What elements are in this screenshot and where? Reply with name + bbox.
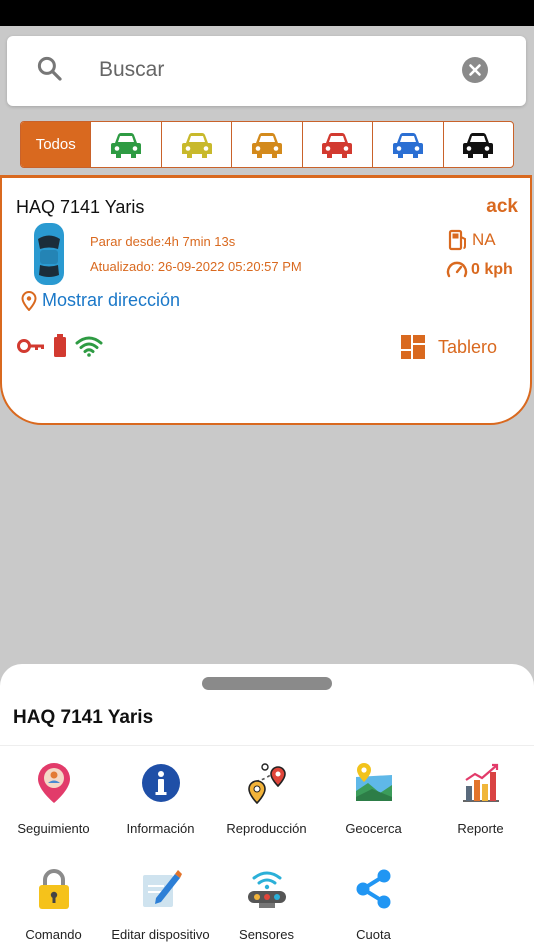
sensors-icon	[247, 871, 286, 908]
vehicle-filter-bar: Todos	[20, 121, 514, 168]
action-geofence[interactable]: Geocerca	[320, 760, 427, 836]
location-pin-icon	[21, 290, 37, 311]
vehicle-actions-sheet: HAQ 7141 Yaris Seguimiento Información R…	[0, 664, 534, 950]
edit-device-icon	[142, 870, 182, 907]
report-chart-icon	[462, 763, 499, 802]
divider	[0, 745, 534, 746]
tracking-pin-icon	[37, 763, 70, 803]
filter-black[interactable]	[442, 122, 513, 167]
blue-car-icon	[392, 132, 423, 158]
action-label: Seguimiento	[17, 821, 90, 836]
last-updated: Atualizado: 26-09-2022 05:20:57 PM	[90, 259, 302, 274]
dashboard-icon	[401, 335, 425, 359]
fuel-icon	[448, 229, 466, 251]
vehicle-card[interactable]: HAQ 7141 Yaris ack Parar desde:4h 7min 1…	[0, 175, 532, 425]
action-label: Comando	[25, 927, 82, 942]
fuel-status: NA	[448, 229, 496, 251]
orange-car-icon	[251, 132, 282, 158]
action-info[interactable]: Información	[107, 760, 214, 836]
dashboard-button[interactable]: Tablero	[400, 334, 497, 360]
action-command[interactable]: Comando	[0, 866, 107, 942]
action-label: Sensores	[239, 927, 294, 942]
share-icon	[356, 869, 390, 909]
car-top-view-icon	[32, 221, 66, 292]
action-replay[interactable]: Reproducción	[213, 760, 320, 836]
filter-green[interactable]	[90, 122, 160, 167]
black-car-icon	[463, 132, 494, 158]
dashboard-label: Tablero	[438, 336, 498, 357]
stopped-since: Parar desde:4h 7min 13s	[90, 234, 236, 249]
action-label: Geocerca	[345, 821, 402, 836]
action-label: Cuota	[356, 927, 391, 942]
action-label: Reproducción	[226, 821, 307, 836]
vehicle-status-icons	[17, 334, 103, 358]
filter-red[interactable]	[301, 122, 372, 167]
action-share[interactable]: Cuota	[320, 866, 427, 942]
info-icon	[141, 764, 180, 802]
sheet-drag-handle[interactable]	[202, 677, 332, 690]
vehicle-name: HAQ 7141 Yaris	[16, 197, 145, 217]
action-label: Editar dispositivo	[111, 927, 210, 942]
red-car-icon	[322, 132, 353, 158]
sheet-title: HAQ 7141 Yaris	[13, 707, 154, 728]
green-car-icon	[111, 132, 142, 158]
action-tracking[interactable]: Seguimiento	[0, 760, 107, 836]
filter-all[interactable]: Todos	[21, 122, 91, 167]
search-input[interactable]: Buscar	[99, 58, 164, 82]
filter-yellow[interactable]	[160, 122, 231, 167]
ignition-key-icon	[17, 339, 44, 353]
yellow-car-icon	[181, 132, 212, 158]
ack-button[interactable]: ack	[486, 196, 518, 218]
signal-wifi-icon	[75, 336, 103, 357]
action-label: Reporte	[457, 821, 504, 836]
fuel-value: NA	[472, 230, 496, 249]
status-bar	[0, 0, 534, 26]
action-report[interactable]: Reporte	[427, 760, 534, 836]
battery-icon	[54, 334, 66, 357]
search-icon[interactable]	[35, 54, 65, 89]
action-sensors[interactable]: Sensores	[213, 866, 320, 942]
search-bar[interactable]: Buscar	[7, 36, 526, 106]
filter-orange[interactable]	[231, 122, 301, 167]
action-edit-device[interactable]: Editar dispositivo	[107, 866, 214, 942]
show-address-link[interactable]: Mostrar dirección	[21, 290, 180, 311]
lock-icon	[38, 869, 69, 909]
geofence-map-icon	[355, 763, 392, 801]
speed-status: 0 kph	[446, 260, 513, 280]
speed-value: 0 kph	[471, 261, 513, 278]
action-label: Información	[126, 821, 195, 836]
replay-route-icon	[247, 763, 286, 805]
show-address-label: Mostrar dirección	[42, 290, 181, 310]
clear-search-icon[interactable]	[462, 57, 488, 83]
speedometer-icon	[446, 261, 468, 278]
filter-blue[interactable]	[372, 122, 442, 167]
